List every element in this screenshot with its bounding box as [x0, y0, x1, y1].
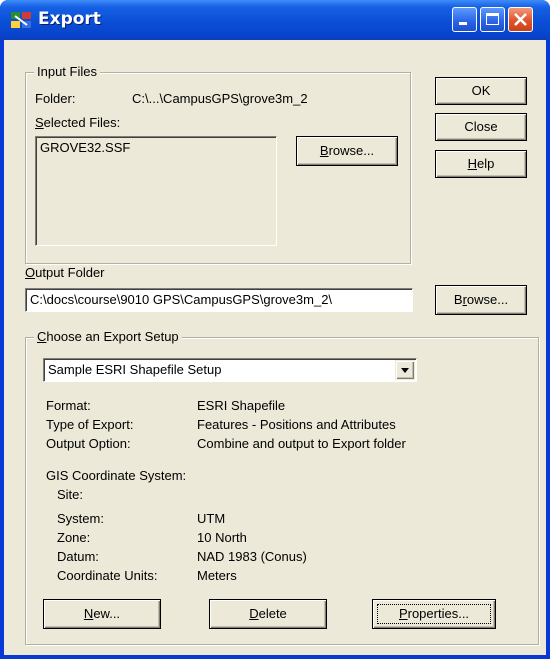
- folder-path: C:\...\CampusGPS\grove3m_2: [132, 91, 308, 106]
- gis-coordinate-label: GIS Coordinate System:: [46, 468, 187, 483]
- type-value: Features - Positions and Attributes: [197, 417, 396, 432]
- system-label: System:: [57, 511, 104, 526]
- window-title: Export: [38, 9, 101, 29]
- output-option-value: Combine and output to Export folder: [197, 436, 406, 451]
- list-item[interactable]: GROVE32.SSF: [36, 137, 276, 158]
- maximize-icon: [486, 13, 499, 25]
- delete-setup-button[interactable]: Delete: [209, 599, 327, 629]
- selected-files-label: Selected Files:: [35, 115, 121, 130]
- datum-label: Datum:: [57, 549, 99, 564]
- help-button[interactable]: Help: [435, 150, 527, 178]
- properties-label: Properties...: [398, 606, 470, 621]
- chevron-down-icon: [401, 368, 409, 373]
- selected-files-list[interactable]: GROVE32.SSF: [35, 136, 277, 246]
- export-setup-legend: Choose an Export Setup: [34, 329, 182, 344]
- export-app-icon: [11, 12, 31, 28]
- system-value: UTM: [197, 511, 226, 526]
- new-setup-label: New...: [83, 606, 121, 621]
- minimize-button[interactable]: [452, 7, 477, 32]
- output-browse-button[interactable]: Browse...: [435, 285, 527, 315]
- units-value: Meters: [197, 568, 237, 583]
- format-label: Format:: [46, 398, 91, 413]
- output-folder-input[interactable]: C:\docs\course\9010 GPS\CampusGPS\grove3…: [25, 288, 413, 312]
- zone-value: 10 North: [197, 530, 247, 545]
- site-label: Site:: [57, 487, 84, 502]
- close-window-button[interactable]: [508, 7, 533, 32]
- input-browse-label: Browse...: [319, 143, 375, 158]
- maximize-button[interactable]: [480, 7, 505, 32]
- help-label: Help: [467, 156, 495, 171]
- datum-value: NAD 1983 (Conus): [197, 549, 307, 564]
- units-label: Coordinate Units:: [57, 568, 158, 583]
- export-window: Export Input Files Folder: C:\...\Campus…: [0, 0, 550, 659]
- output-folder-label: Output Folder: [25, 265, 105, 280]
- input-browse-button[interactable]: Browse...: [296, 136, 398, 166]
- dialog-body: Input Files Folder: C:\...\CampusGPS\gro…: [4, 40, 546, 655]
- output-browse-label: Browse...: [453, 292, 509, 307]
- output-option-label: Output Option:: [46, 436, 131, 451]
- export-setup-select[interactable]: Sample ESRI Shapefile Setup: [43, 358, 417, 382]
- input-files-legend: Input Files: [34, 64, 100, 79]
- properties-button[interactable]: Properties...: [372, 599, 496, 629]
- ok-button[interactable]: OK: [435, 77, 527, 105]
- type-label: Type of Export:: [46, 417, 134, 432]
- minimize-icon: [459, 22, 467, 25]
- title-bar[interactable]: Export: [0, 0, 550, 40]
- folder-label: Folder:: [35, 91, 76, 106]
- zone-label: Zone:: [57, 530, 91, 545]
- ok-label: OK: [471, 83, 491, 98]
- dropdown-button[interactable]: [395, 360, 415, 380]
- new-setup-button[interactable]: New...: [43, 599, 161, 629]
- format-value: ESRI Shapefile: [197, 398, 286, 413]
- close-label: Close: [464, 119, 498, 134]
- export-setup-selected: Sample ESRI Shapefile Setup: [48, 362, 222, 377]
- close-icon: [514, 13, 527, 26]
- close-button[interactable]: Close: [435, 113, 527, 141]
- delete-setup-label: Delete: [249, 606, 287, 621]
